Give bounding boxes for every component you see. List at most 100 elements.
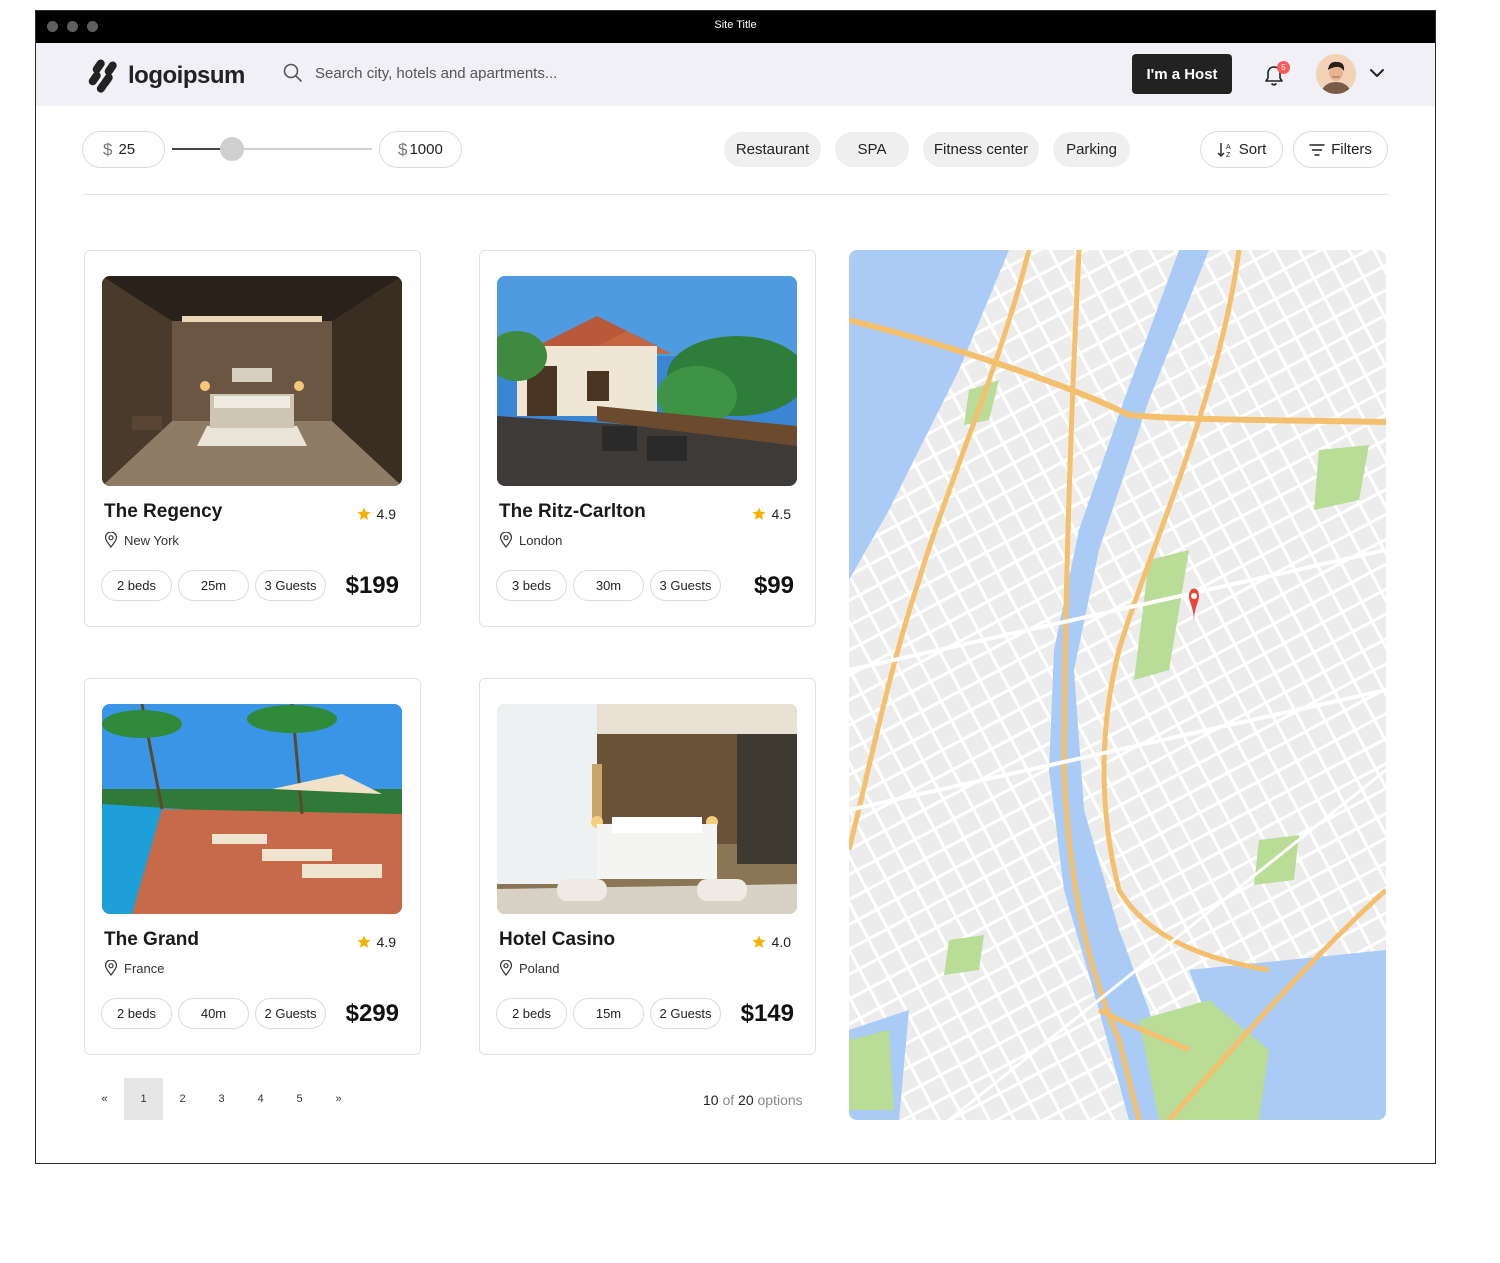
results-options-word: options — [757, 1092, 803, 1108]
hotel-tags: 2 beds 25m 3 Guests — [101, 570, 326, 601]
location-text: New York — [124, 532, 179, 548]
rating-value: 4.5 — [771, 506, 791, 522]
browser-window: Site Title logoipsum Search city, hotels… — [35, 10, 1436, 1164]
page-2[interactable]: 2 — [163, 1078, 202, 1120]
hotel-photo[interactable] — [497, 276, 797, 486]
sort-icon: A Z — [1217, 142, 1231, 158]
hotel-card[interactable]: The Regency 4.9 New York 2 beds 25m 3 Gu… — [84, 250, 421, 627]
map[interactable] — [849, 250, 1386, 1120]
hotel-price: $99 — [753, 572, 794, 599]
location-text: Poland — [519, 960, 560, 976]
size-tag: 25m — [178, 570, 249, 601]
hotel-name[interactable]: The Ritz-Carlton — [499, 501, 646, 523]
rating-value: 4.9 — [376, 934, 396, 950]
hotel-rating: 4.9 — [357, 506, 396, 522]
hotel-tags: 2 beds 40m 2 Guests — [101, 998, 326, 1029]
pagination: « 1 2 3 4 5 » — [85, 1078, 358, 1120]
search-icon — [283, 63, 302, 82]
window-title: Site Title — [714, 19, 757, 31]
results-of: of — [722, 1092, 735, 1108]
chip-parking[interactable]: Parking — [1053, 132, 1130, 167]
pagination-next[interactable]: » — [319, 1078, 358, 1120]
chip-fitness-center[interactable]: Fitness center — [923, 132, 1039, 167]
results-count: 10 of 20 options — [703, 1092, 803, 1108]
top-navbar: logoipsum Search city, hotels and apartm… — [36, 43, 1435, 106]
location-text: London — [519, 532, 563, 548]
chip-restaurant[interactable]: Restaurant — [724, 132, 821, 167]
pool-resort-image — [102, 704, 402, 914]
results-total: 20 — [738, 1092, 754, 1108]
filters-button[interactable]: Filters — [1293, 131, 1388, 168]
hotel-photo[interactable] — [497, 704, 797, 914]
location-text: France — [124, 960, 165, 976]
hotel-photo[interactable] — [102, 704, 402, 914]
min-price-field[interactable]: $ 25 — [82, 131, 165, 168]
hotel-name[interactable]: The Grand — [104, 929, 199, 951]
title-bar: Site Title — [36, 11, 1435, 43]
hotel-rating: 4.9 — [357, 934, 396, 950]
beds-tag: 2 beds — [101, 998, 172, 1029]
min-price-currency: $ — [103, 139, 113, 159]
hotel-location: London — [499, 532, 562, 548]
star-icon — [752, 935, 766, 948]
hotel-location: France — [104, 960, 164, 976]
filter-bar: $ 25 $ 1000 Restaurant SPA Fitness cente… — [36, 106, 1435, 196]
avatar[interactable] — [1316, 54, 1356, 94]
filter-icon — [1309, 143, 1325, 156]
chevron-down-icon[interactable] — [1369, 67, 1385, 79]
sort-button[interactable]: A Z Sort — [1200, 131, 1283, 168]
star-icon — [357, 507, 371, 520]
logo[interactable]: logoipsum — [88, 59, 245, 93]
hotel-card[interactable]: The Ritz-Carlton 4.5 London 3 beds 30m 3… — [479, 250, 816, 627]
location-pin-icon — [499, 960, 513, 976]
divider — [84, 194, 1388, 195]
hotel-card[interactable]: The Grand 4.9 France 2 beds 40m 2 Guests… — [84, 678, 421, 1055]
hotel-photo[interactable] — [102, 276, 402, 486]
hotel-card[interactable]: Hotel Casino 4.0 Poland 2 beds 15m 2 Gue… — [479, 678, 816, 1055]
size-tag: 40m — [178, 998, 249, 1029]
rating-value: 4.0 — [771, 934, 791, 950]
location-pin-icon — [499, 532, 513, 548]
pagination-prev[interactable]: « — [85, 1078, 124, 1120]
notification-badge: 5 — [1277, 61, 1290, 74]
hotel-price: $149 — [740, 1000, 794, 1027]
search-bar[interactable]: Search city, hotels and apartments... — [283, 63, 557, 83]
sort-label: Sort — [1238, 141, 1267, 158]
hotel-tags: 2 beds 15m 2 Guests — [496, 998, 721, 1029]
star-icon — [752, 507, 766, 520]
resort-terrace-image — [497, 276, 797, 486]
logo-text: logoipsum — [128, 62, 245, 89]
search-input[interactable]: Search city, hotels and apartments... — [315, 65, 557, 82]
location-pin-icon — [104, 960, 118, 976]
price-slider-track[interactable] — [172, 148, 372, 150]
hotel-bedroom-image — [497, 704, 797, 914]
hotel-tags: 3 beds 30m 3 Guests — [496, 570, 721, 601]
max-price-currency: $ — [398, 139, 408, 159]
max-price-field[interactable]: $ 1000 — [379, 131, 462, 168]
logo-icon — [88, 59, 117, 93]
svg-text:Z: Z — [1226, 152, 1231, 158]
svg-text:A: A — [1226, 144, 1231, 151]
city-map-image — [849, 250, 1386, 1120]
hotel-name[interactable]: Hotel Casino — [499, 929, 615, 951]
price-slider-handle[interactable] — [220, 137, 244, 161]
page-4[interactable]: 4 — [241, 1078, 280, 1120]
page-3[interactable]: 3 — [202, 1078, 241, 1120]
hotel-name[interactable]: The Regency — [104, 501, 222, 523]
im-a-host-button[interactable]: I'm a Host — [1132, 54, 1232, 94]
page-5[interactable]: 5 — [280, 1078, 319, 1120]
size-tag: 15m — [573, 998, 644, 1029]
beds-tag: 3 beds — [496, 570, 567, 601]
max-price-value: 1000 — [409, 141, 443, 158]
hotel-price: $199 — [345, 572, 399, 599]
beds-tag: 2 beds — [496, 998, 567, 1029]
hotel-location: New York — [104, 532, 179, 548]
rating-value: 4.9 — [376, 506, 396, 522]
beds-tag: 2 beds — [101, 570, 172, 601]
hotel-rating: 4.0 — [752, 934, 791, 950]
page-1[interactable]: 1 — [124, 1078, 163, 1120]
guests-tag: 3 Guests — [255, 570, 326, 601]
chip-spa[interactable]: SPA — [835, 132, 909, 167]
guests-tag: 2 Guests — [650, 998, 721, 1029]
location-pin-icon — [104, 532, 118, 548]
